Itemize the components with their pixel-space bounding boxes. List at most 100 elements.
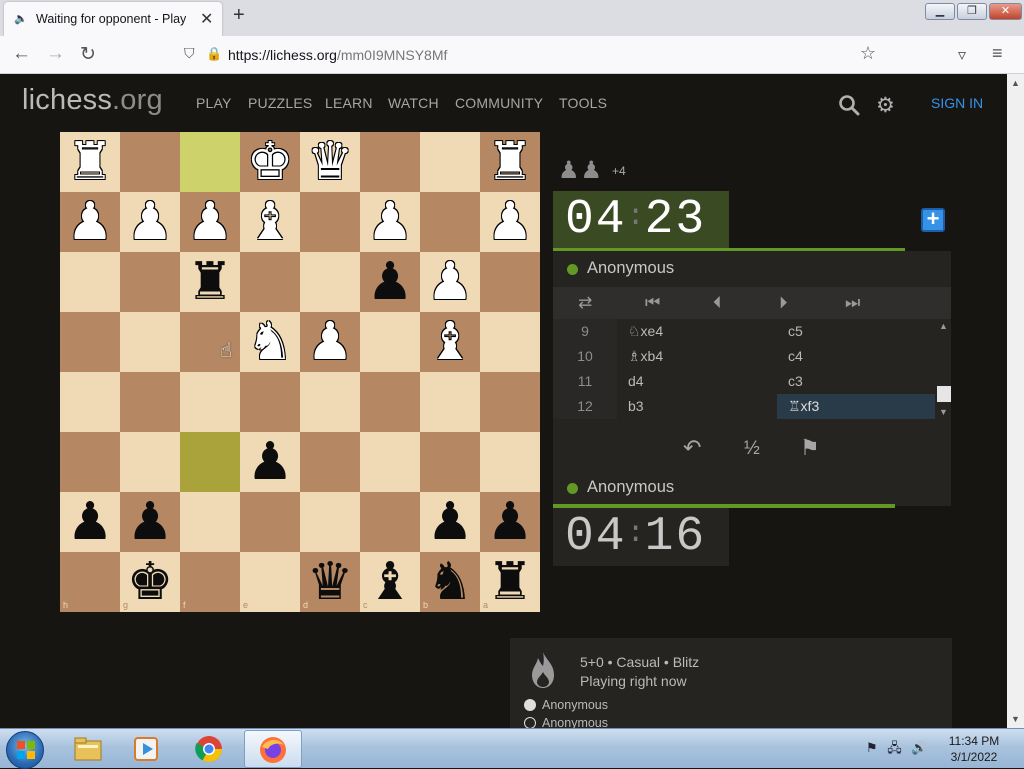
reload-icon[interactable]: ↻ (80, 43, 96, 66)
back-icon[interactable]: ← (12, 43, 31, 65)
white-player-entry[interactable]: Anonymous (524, 698, 608, 712)
white-rook-icon[interactable]: ♜ (480, 132, 540, 192)
url-text[interactable]: https://lichess.org/mm0I9MNSY8Mf (228, 47, 447, 63)
square-c7[interactable] (360, 492, 420, 552)
square-h5[interactable] (60, 372, 120, 432)
nav-watch[interactable]: WATCH (388, 95, 439, 111)
tab-close-button[interactable]: ✕ (200, 9, 213, 29)
white-knight-icon[interactable]: ♞ (240, 312, 300, 372)
white-pawn-icon[interactable]: ♟ (300, 312, 360, 372)
black-pawn-icon[interactable]: ♟ (240, 432, 300, 492)
white-pawn-icon[interactable]: ♟ (120, 192, 180, 252)
square-f8[interactable] (180, 552, 240, 612)
scroll-up-icon[interactable]: ▲ (1011, 78, 1020, 88)
opponent-name[interactable]: Anonymous (587, 259, 674, 278)
bookmark-star-icon[interactable]: ☆ (860, 43, 876, 64)
square-e5[interactable] (240, 372, 300, 432)
gear-icon[interactable]: ⚙ (876, 93, 895, 118)
white-pawn-icon[interactable]: ♟ (480, 192, 540, 252)
taskbar-clock[interactable]: 11:34 PM 3/1/2022 (934, 733, 1014, 765)
action-center-icon[interactable]: ⚑ (866, 740, 878, 755)
next-move-icon[interactable]: ⏵ (779, 293, 788, 313)
taskbar-chrome[interactable] (181, 730, 239, 768)
square-g1[interactable] (120, 132, 180, 192)
page-scrollbar[interactable]: ▲ ▼ (1007, 74, 1024, 728)
move-list-scrollbar[interactable]: ▲ ▼ (935, 319, 951, 421)
black-rook-icon[interactable]: ♜ (480, 552, 540, 612)
white-move[interactable]: ♘xe4 (617, 319, 777, 344)
square-h6[interactable] (60, 432, 120, 492)
browser-tab[interactable]: 🔈 Waiting for opponent - Play An ✕ (4, 2, 222, 36)
square-d3[interactable] (300, 252, 360, 312)
tracking-shield-icon[interactable]: ⛉ (184, 45, 195, 62)
nav-tools[interactable]: TOOLS (559, 95, 607, 111)
square-d6[interactable] (300, 432, 360, 492)
square-c5[interactable] (360, 372, 420, 432)
square-e7[interactable] (240, 492, 300, 552)
taskbar-firefox[interactable] (244, 730, 302, 768)
square-c6[interactable] (360, 432, 420, 492)
square-e3[interactable] (240, 252, 300, 312)
volume-icon[interactable]: 🔊 (911, 740, 927, 755)
speaker-icon[interactable]: 🔈 (14, 12, 28, 25)
nav-play[interactable]: PLAY (196, 95, 232, 111)
last-move-icon[interactable]: ⏭ (845, 293, 860, 313)
chess-board[interactable]: 1 2 3 4 5 6 7 8 h g f e d c b a ♜ ♚ ♛ ♜ ♟ ♟ ♟ ♝ ♟ ♟ ♜ ♟ ♟ ♞ ♟ ♝ ♟ ♟ ♟ ♟ ♟ ♚ ♛ ♝… (60, 132, 540, 612)
taskbar-explorer[interactable] (60, 730, 118, 768)
black-king-icon[interactable]: ♚ (120, 552, 180, 612)
square-f7[interactable] (180, 492, 240, 552)
nav-community[interactable]: COMMUNITY (455, 95, 543, 111)
square-a4[interactable] (480, 312, 540, 372)
black-move-active[interactable]: ♖xf3 (777, 394, 935, 419)
move-list-scroll-thumb[interactable] (937, 386, 951, 402)
black-rook-icon[interactable]: ♜ (180, 252, 240, 312)
sign-in-link[interactable]: SIGN IN (931, 95, 983, 111)
search-icon[interactable] (838, 94, 860, 116)
square-e8[interactable] (240, 552, 300, 612)
minimize-button[interactable]: ▁ (925, 3, 955, 20)
prev-move-icon[interactable]: ⏴ (713, 293, 722, 313)
square-h4[interactable] (60, 312, 120, 372)
site-logo[interactable]: lichess.org (22, 84, 163, 117)
flip-board-icon[interactable]: ⇄ (578, 293, 592, 313)
white-bishop-icon[interactable]: ♝ (420, 312, 480, 372)
resign-flag-icon[interactable]: ⚑ (800, 435, 820, 461)
square-a6[interactable] (480, 432, 540, 492)
square-g3[interactable] (120, 252, 180, 312)
white-pawn-icon[interactable]: ♟ (420, 252, 480, 312)
white-bishop-icon[interactable]: ♝ (240, 192, 300, 252)
white-pawn-icon[interactable]: ♟ (360, 192, 420, 252)
close-window-button[interactable]: ✕ (989, 3, 1022, 20)
first-move-icon[interactable]: ⏮ (645, 293, 660, 313)
address-bar[interactable]: ⛉ 🔒 https://lichess.org/mm0I9MNSY8Mf ☆ (176, 40, 892, 70)
square-g5[interactable] (120, 372, 180, 432)
new-tab-button[interactable]: + (233, 4, 245, 27)
move-list[interactable]: 9 ♘xe4 c5 10 ♗xb4 c4 11 d4 c3 12 b3 ♖xf3 (553, 319, 951, 421)
black-pawn-icon[interactable]: ♟ (120, 492, 180, 552)
lock-icon[interactable]: 🔒 (206, 46, 222, 62)
player-name[interactable]: Anonymous (587, 478, 674, 497)
forward-icon[interactable]: → (46, 43, 65, 65)
takeback-icon[interactable]: ↶ (683, 435, 701, 461)
black-pawn-icon[interactable]: ♟ (60, 492, 120, 552)
square-f1[interactable] (180, 132, 240, 192)
scroll-down-icon[interactable]: ▼ (939, 407, 948, 417)
square-h8[interactable] (60, 552, 120, 612)
white-queen-icon[interactable]: ♛ (300, 132, 360, 192)
square-d5[interactable] (300, 372, 360, 432)
black-pawn-icon[interactable]: ♟ (480, 492, 540, 552)
black-move[interactable]: c4 (777, 344, 935, 369)
square-b1[interactable] (420, 132, 480, 192)
square-f5[interactable] (180, 372, 240, 432)
scroll-down-icon[interactable]: ▼ (1011, 714, 1020, 724)
nav-learn[interactable]: LEARN (325, 95, 373, 111)
white-move[interactable]: ♗xb4 (617, 344, 777, 369)
square-a5[interactable] (480, 372, 540, 432)
white-pawn-icon[interactable]: ♟ (60, 192, 120, 252)
scroll-up-icon[interactable]: ▲ (939, 321, 948, 331)
square-b2[interactable] (420, 192, 480, 252)
network-icon[interactable]: 🖧 (887, 740, 902, 755)
offer-draw-button[interactable]: ½ (744, 438, 760, 460)
menu-icon[interactable]: ≡ (992, 43, 1003, 64)
white-king-icon[interactable]: ♚ (240, 132, 300, 192)
